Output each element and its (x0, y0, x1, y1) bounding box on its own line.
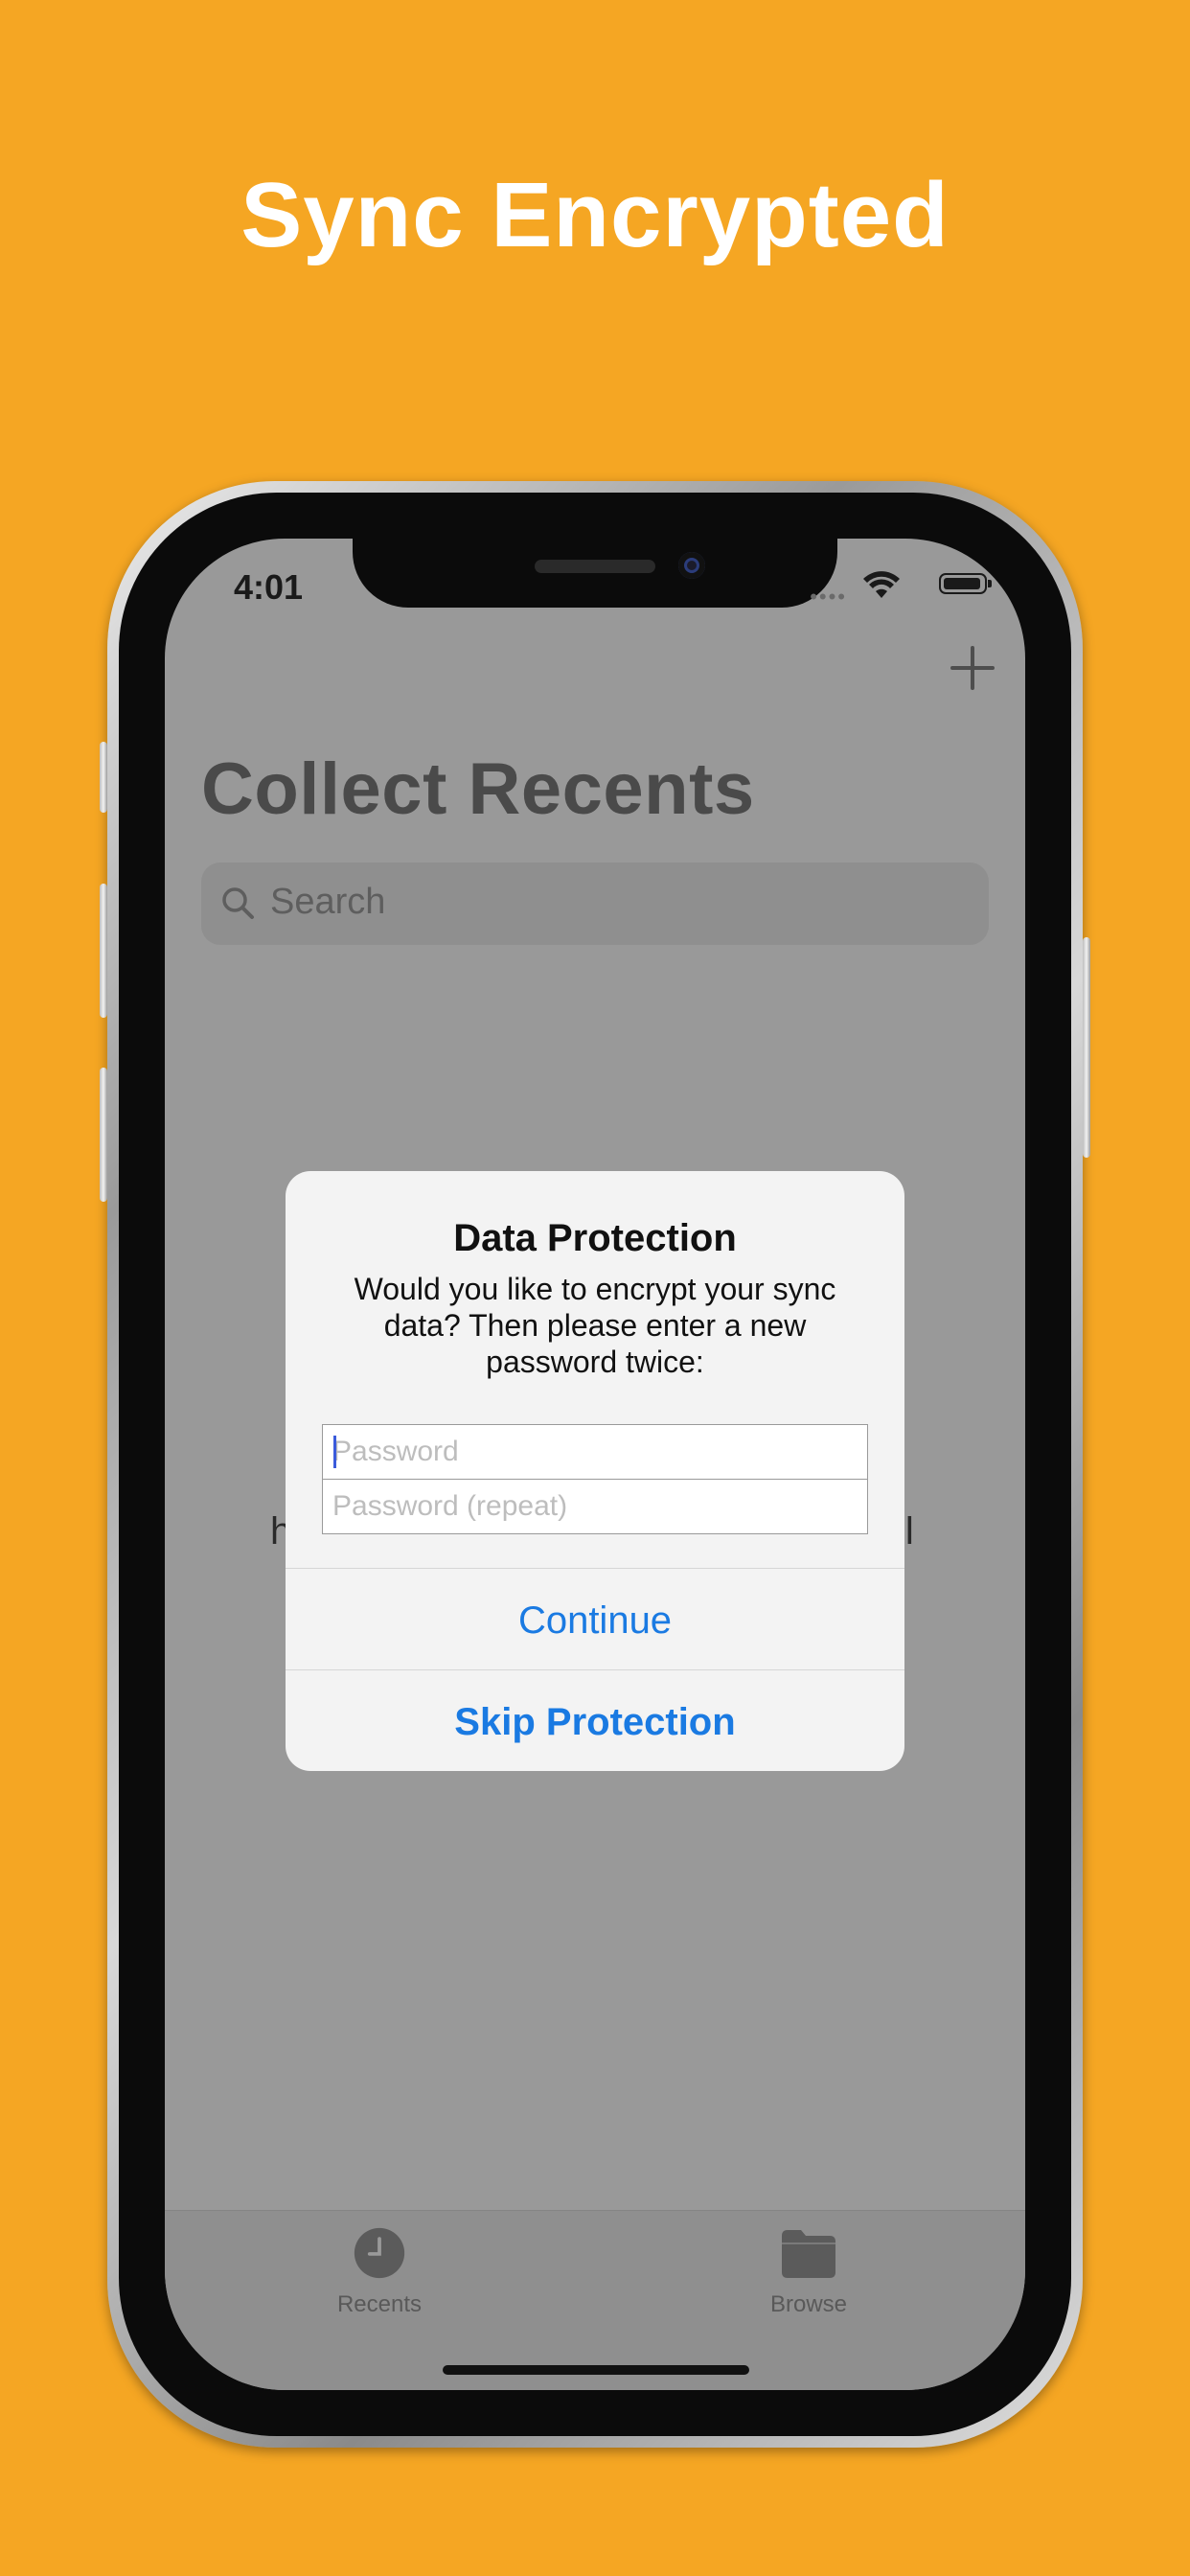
mute-switch (100, 742, 107, 813)
password-repeat-field[interactable] (322, 1479, 868, 1534)
status-indicators: •••• (795, 571, 992, 609)
headline: Sync Encrypted (240, 164, 950, 266)
front-camera (678, 552, 705, 579)
notch (353, 539, 837, 608)
plus-icon (950, 646, 995, 690)
tab-recents-label: Recents (336, 2291, 423, 2317)
battery-icon (939, 573, 992, 594)
speaker (535, 560, 655, 573)
phone-frame: 4:01 •••• Collect Recents Search h ll Re… (100, 481, 1090, 2448)
alert-message: Would you like to encrypt your sync data… (354, 1272, 836, 1379)
volume-up-button (100, 884, 107, 1018)
volume-down-button (100, 1068, 107, 1202)
wifi-icon (863, 571, 900, 598)
alert-title: Data Protection (453, 1217, 737, 1259)
skip-protection-button[interactable]: Skip Protection (286, 1671, 904, 1771)
page-title: Collect Recents (201, 748, 755, 830)
tab-browse-label: Browse (769, 2291, 848, 2317)
search-icon (222, 887, 254, 919)
search-bar[interactable]: Search (201, 862, 989, 945)
folder-icon (782, 2230, 835, 2278)
divider (286, 1669, 904, 1670)
phone-screen: 4:01 •••• Collect Recents Search h ll Re… (165, 539, 1025, 2390)
home-indicator[interactable] (443, 2365, 749, 2375)
add-button[interactable] (949, 644, 996, 692)
search-placeholder: Search (270, 882, 386, 922)
divider (286, 1568, 904, 1569)
signal-icon: •••• (810, 585, 847, 609)
password-field[interactable] (322, 1424, 868, 1480)
tab-browse[interactable]: Browse (713, 2226, 904, 2318)
continue-button[interactable]: Continue (286, 1570, 904, 1669)
text-cursor (333, 1436, 336, 1468)
data-protection-alert: Data Protection Would you like to encryp… (286, 1171, 904, 1771)
tab-recents[interactable]: Recents (284, 2226, 475, 2318)
status-time: 4:01 (234, 567, 304, 607)
power-button (1083, 937, 1090, 1158)
tab-bar: Recents Browse (165, 2210, 1025, 2390)
clock-icon (354, 2227, 405, 2279)
